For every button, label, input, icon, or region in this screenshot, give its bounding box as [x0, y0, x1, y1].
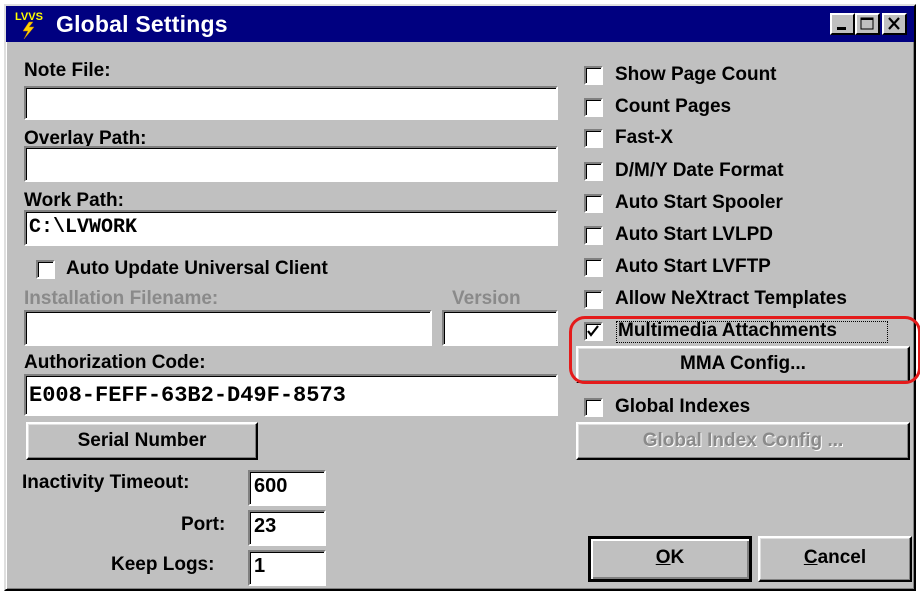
allow-nextract-templates-checkbox[interactable]: [584, 290, 603, 309]
fast-x-label: Fast-X: [615, 127, 674, 148]
port-label: Port:: [181, 514, 226, 535]
note-file-label: Note File:: [24, 60, 111, 81]
close-button[interactable]: [882, 13, 907, 35]
version-input[interactable]: [442, 310, 558, 346]
keep-logs-input[interactable]: 1: [248, 550, 326, 586]
minimize-button[interactable]: [830, 13, 855, 35]
note-file-input[interactable]: [24, 86, 558, 120]
keep-logs-label: Keep Logs:: [111, 554, 215, 575]
auto-start-spooler-checkbox[interactable]: [584, 194, 603, 213]
ok-label-rest: K: [670, 547, 685, 568]
authorization-code-input[interactable]: E008-FEFF-63B2-D49F-8573: [24, 374, 558, 416]
maximize-icon: [860, 17, 874, 30]
auto-start-lvlpd-checkbox[interactable]: [584, 226, 603, 245]
allow-nextract-templates-label: Allow NeXtract Templates: [615, 288, 847, 309]
logo-text: LVVS: [15, 11, 43, 23]
show-page-count-checkbox[interactable]: [584, 66, 603, 85]
minimize-icon: [837, 27, 846, 30]
work-path-label: Work Path:: [24, 190, 124, 211]
overlay-path-input[interactable]: [24, 146, 558, 182]
global-indexes-checkbox[interactable]: [584, 398, 603, 417]
maximize-button[interactable]: [855, 13, 880, 35]
count-pages-label: Count Pages: [615, 96, 732, 117]
close-icon: [888, 17, 900, 30]
version-label: Version: [452, 288, 521, 309]
auto-update-checkbox[interactable]: [36, 260, 55, 279]
dmy-date-format-label: D/M/Y Date Format: [615, 160, 784, 181]
show-page-count-label: Show Page Count: [615, 64, 777, 85]
inactivity-timeout-label: Inactivity Timeout:: [22, 472, 190, 493]
installation-filename-label: Installation Filename:: [24, 288, 219, 309]
cancel-label-rest: ancel: [817, 547, 867, 568]
count-pages-checkbox[interactable]: [584, 98, 603, 117]
auto-start-spooler-label: Auto Start Spooler: [615, 192, 783, 213]
installation-filename-input[interactable]: [24, 310, 432, 346]
port-input[interactable]: 23: [248, 510, 326, 546]
red-highlight-annotation: [569, 316, 920, 384]
dmy-date-format-checkbox[interactable]: [584, 162, 603, 181]
ok-mnemonic: O: [655, 547, 671, 568]
fast-x-checkbox[interactable]: [584, 129, 603, 148]
title-bar[interactable]: LVVS Global Settings: [6, 6, 914, 42]
cancel-mnemonic: C: [803, 547, 818, 568]
cancel-button[interactable]: Cancel: [758, 536, 912, 582]
window-title: Global Settings: [56, 11, 228, 37]
auto-update-label: Auto Update Universal Client: [66, 258, 328, 279]
auto-start-lvftp-checkbox[interactable]: [584, 258, 603, 277]
inactivity-timeout-input[interactable]: 600: [248, 470, 326, 506]
serial-number-button[interactable]: Serial Number: [26, 422, 258, 460]
ok-button[interactable]: OK: [588, 536, 752, 582]
global-index-config-button[interactable]: Global Index Config ...: [576, 422, 910, 460]
app-logo-icon: LVVS: [15, 11, 43, 39]
auto-start-lvlpd-label: Auto Start LVLPD: [615, 224, 773, 245]
auto-start-lvftp-label: Auto Start LVFTP: [615, 256, 771, 277]
work-path-input[interactable]: C:\LVWORK: [24, 210, 558, 246]
global-indexes-label: Global Indexes: [615, 396, 751, 417]
global-settings-dialog: LVVS Global Settings Note File: Overlay …: [4, 4, 920, 591]
authorization-code-label: Authorization Code:: [24, 352, 206, 373]
